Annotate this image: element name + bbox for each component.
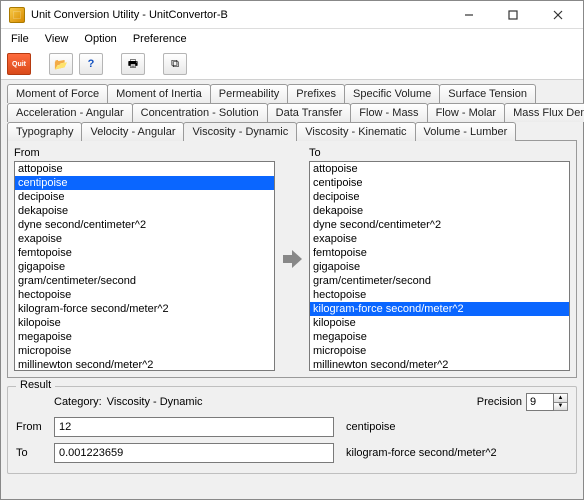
tab-prefixes[interactable]: Prefixes (287, 84, 345, 103)
menubar: File View Option Preference (1, 29, 583, 49)
app-icon (9, 7, 25, 23)
print-button[interactable]: 🖶 (121, 53, 145, 75)
list-item[interactable]: gigapoise (15, 260, 274, 274)
result-group: Result Category: Viscosity - Dynamic Pre… (7, 386, 577, 474)
tab-data-transfer[interactable]: Data Transfer (267, 103, 352, 122)
tab-velocity-angular[interactable]: Velocity - Angular (81, 122, 184, 141)
result-to-input[interactable] (54, 443, 334, 463)
tab-moment-of-force[interactable]: Moment of Force (7, 84, 108, 103)
menu-preference[interactable]: Preference (133, 33, 187, 45)
list-item[interactable]: kilopoise (15, 316, 274, 330)
list-item[interactable]: megapoise (310, 330, 569, 344)
category-tabs: Moment of ForceMoment of InertiaPermeabi… (7, 84, 577, 141)
titlebar: Unit Conversion Utility - UnitConvertor-… (1, 1, 583, 29)
result-to-unit: kilogram-force second/meter^2 (342, 447, 568, 459)
result-from-input[interactable] (54, 417, 334, 437)
list-item[interactable]: exapoise (15, 232, 274, 246)
close-button[interactable] (535, 1, 581, 29)
menu-file[interactable]: File (11, 33, 29, 45)
list-item[interactable]: attopoise (15, 162, 274, 176)
result-legend: Result (16, 379, 55, 391)
precision-label: Precision (477, 396, 522, 408)
tab-permeability[interactable]: Permeability (210, 84, 289, 103)
result-from-label: From (16, 421, 46, 433)
precision-spinner[interactable]: ▲ ▼ (554, 393, 568, 411)
list-item[interactable]: dyne second/centimeter^2 (310, 218, 569, 232)
tab-volume-lumber[interactable]: Volume - Lumber (415, 122, 517, 141)
tab-specific-volume[interactable]: Specific Volume (344, 84, 440, 103)
tab-typography[interactable]: Typography (7, 122, 82, 141)
tab-panel: From attopoisecentipoisedecipoisedekapoi… (7, 140, 577, 378)
window-title: Unit Conversion Utility - UnitConvertor-… (31, 9, 447, 21)
copy-button[interactable]: ⧉ (163, 53, 187, 75)
from-label: From (14, 147, 275, 159)
tab-viscosity-kinematic[interactable]: Viscosity - Kinematic (296, 122, 415, 141)
minimize-button[interactable] (447, 1, 491, 29)
list-item[interactable]: decipoise (310, 190, 569, 204)
result-from-unit: centipoise (342, 421, 568, 433)
list-item[interactable]: kilogram-force second/meter^2 (310, 302, 569, 316)
list-item[interactable]: hectopoise (15, 288, 274, 302)
list-item[interactable]: megapoise (15, 330, 274, 344)
precision-input[interactable] (526, 393, 554, 411)
list-item[interactable]: micropoise (15, 344, 274, 358)
tab-moment-of-inertia[interactable]: Moment of Inertia (107, 84, 211, 103)
list-item[interactable]: hectopoise (310, 288, 569, 302)
from-listbox[interactable]: attopoisecentipoisedecipoisedekapoisedyn… (14, 161, 275, 371)
tab-mass-flux-density[interactable]: Mass Flux Density (504, 103, 584, 122)
category-value: Viscosity - Dynamic (107, 396, 203, 408)
list-item[interactable]: gram/centimeter/second (310, 274, 569, 288)
list-item[interactable]: gigapoise (310, 260, 569, 274)
tab-acceleration-angular[interactable]: Acceleration - Angular (7, 103, 133, 122)
list-item[interactable]: dyne second/centimeter^2 (15, 218, 274, 232)
tab-concentration-solution[interactable]: Concentration - Solution (132, 103, 268, 122)
to-listbox[interactable]: attopoisecentipoisedecipoisedekapoisedyn… (309, 161, 570, 371)
copy-icon: ⧉ (171, 58, 179, 71)
category-label: Category: (54, 396, 102, 408)
maximize-button[interactable] (491, 1, 535, 29)
to-label: To (309, 147, 570, 159)
tab-viscosity-dynamic[interactable]: Viscosity - Dynamic (183, 122, 297, 141)
open-icon: 📂 (54, 58, 68, 71)
tab-flow-molar[interactable]: Flow - Molar (427, 103, 506, 122)
help-button[interactable]: ? (79, 53, 103, 75)
menu-option[interactable]: Option (84, 33, 116, 45)
tab-surface-tension[interactable]: Surface Tension (439, 84, 536, 103)
list-item[interactable]: exapoise (310, 232, 569, 246)
list-item[interactable]: micropoise (310, 344, 569, 358)
quit-button[interactable]: Quit (7, 53, 31, 75)
list-item[interactable]: millinewton second/meter^2 (310, 358, 569, 371)
list-item[interactable]: centipoise (15, 176, 274, 190)
open-button[interactable]: 📂 (49, 53, 73, 75)
list-item[interactable]: kilogram-force second/meter^2 (15, 302, 274, 316)
menu-view[interactable]: View (45, 33, 69, 45)
list-item[interactable]: attopoise (310, 162, 569, 176)
chevron-down-icon[interactable]: ▼ (554, 403, 567, 411)
tab-flow-mass[interactable]: Flow - Mass (350, 103, 427, 122)
list-item[interactable]: decipoise (15, 190, 274, 204)
content-area: Moment of ForceMoment of InertiaPermeabi… (1, 80, 583, 480)
arrow-icon (279, 147, 305, 371)
result-to-label: To (16, 447, 46, 459)
help-icon: ? (88, 58, 95, 70)
list-item[interactable]: millinewton second/meter^2 (15, 358, 274, 371)
list-item[interactable]: kilopoise (310, 316, 569, 330)
list-item[interactable]: dekapoise (15, 204, 274, 218)
toolbar: Quit 📂 ? 🖶 ⧉ (1, 49, 583, 80)
list-item[interactable]: femtopoise (310, 246, 569, 260)
print-icon: 🖶 (128, 55, 138, 74)
list-item[interactable]: gram/centimeter/second (15, 274, 274, 288)
chevron-up-icon[interactable]: ▲ (554, 394, 567, 403)
list-item[interactable]: centipoise (310, 176, 569, 190)
list-item[interactable]: dekapoise (310, 204, 569, 218)
list-item[interactable]: femtopoise (15, 246, 274, 260)
